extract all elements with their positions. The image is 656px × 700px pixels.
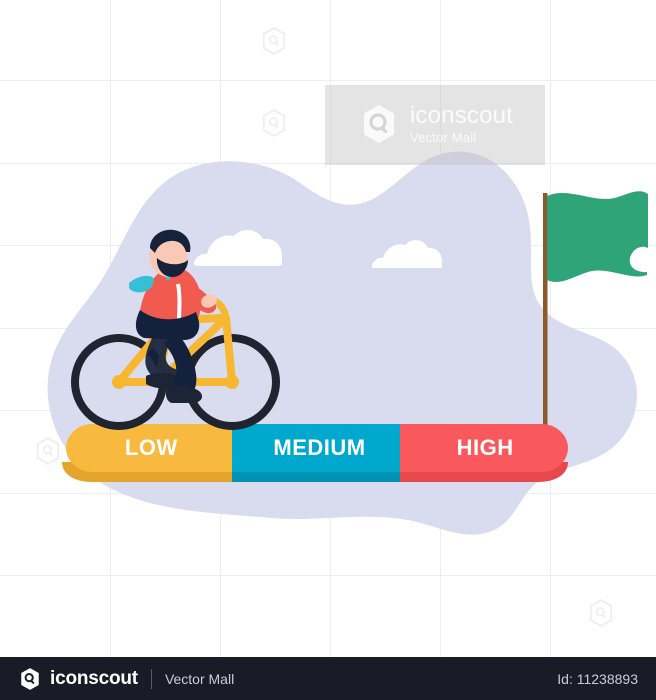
magnifier-hexagon-icon xyxy=(21,667,39,690)
progress-segment-label-medium: MEDIUM xyxy=(273,435,366,460)
rear-hub xyxy=(112,375,126,389)
footer-vector-mall: Vector Mall xyxy=(164,670,235,687)
footer-divider xyxy=(150,668,152,689)
illustration-canvas: iconscout Vector Mall iconscout Vector M… xyxy=(0,0,656,700)
footer-bar: iconscout Vector Mall Id: 11238893 xyxy=(0,657,656,700)
progress-segment-label-high: HIGH xyxy=(456,435,514,460)
front-hub xyxy=(225,375,239,389)
vector-illustration xyxy=(0,0,656,657)
progress-segment-label-low: LOW xyxy=(124,435,178,460)
footer-asset-id: Id: 11238893 xyxy=(557,670,638,687)
footer-brand-name: iconscout xyxy=(50,667,138,689)
flag-cloth xyxy=(547,191,648,282)
footer-brand: iconscout xyxy=(18,667,138,691)
flag-pole xyxy=(543,193,548,438)
